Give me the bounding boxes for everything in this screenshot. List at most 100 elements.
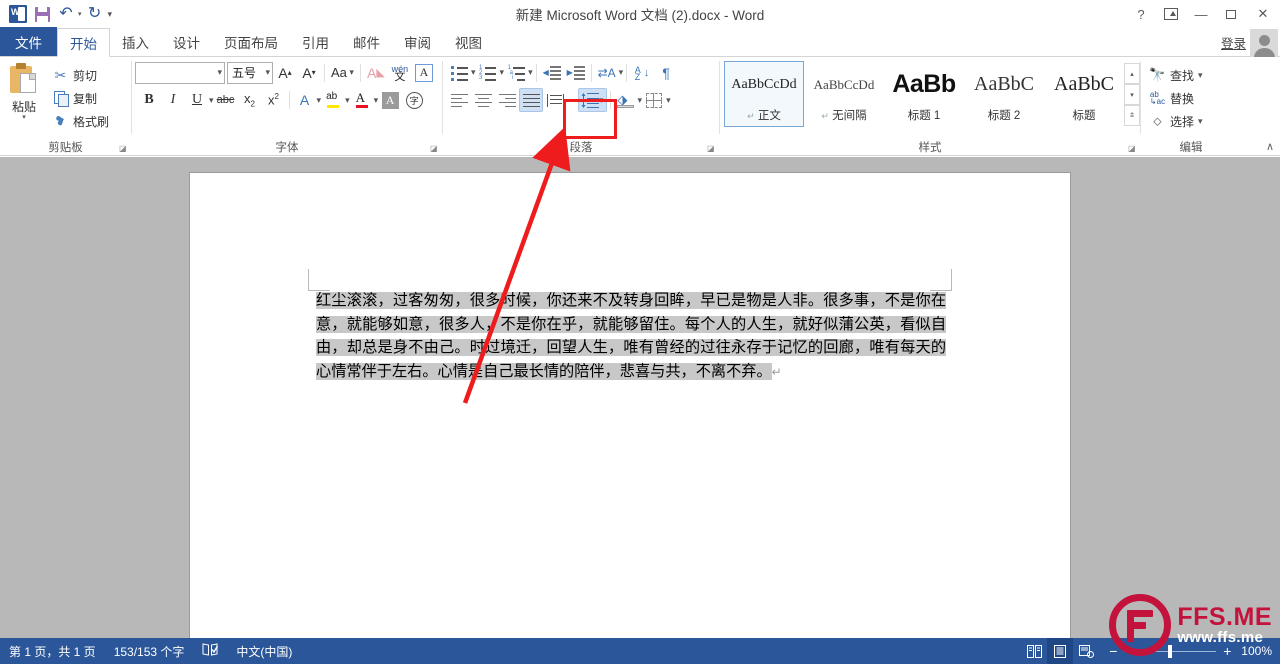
language-status[interactable]: 中文(中国) — [227, 643, 301, 660]
paste-button[interactable]: 粘贴 ▾ — [0, 60, 48, 121]
help-button[interactable]: ? — [1126, 0, 1156, 28]
styles-dialog-launcher-icon[interactable]: ◪ — [1128, 144, 1137, 153]
select-button[interactable]: ⬦ 选择 ▾ — [1145, 110, 1207, 132]
character-border-button[interactable]: A — [412, 61, 436, 85]
save-icon[interactable] — [31, 3, 53, 25]
selected-text[interactable]: 红尘滚滚，过客匆匆，很多时候，你还来不及转身回眸，早已是物是人非。很多事，不是你… — [316, 292, 946, 380]
tab-design[interactable]: 设计 — [161, 27, 212, 56]
paragraph-dialog-launcher-icon[interactable]: ◪ — [707, 144, 716, 153]
show-formatting-marks-button[interactable]: ¶ — [654, 61, 678, 85]
maximize-restore-button[interactable] — [1216, 0, 1246, 28]
line-spacing-button[interactable]: ▾ — [578, 88, 607, 112]
style-item-title[interactable]: AaBbC 标题 — [1044, 61, 1124, 127]
undo-icon[interactable]: ↶ — [55, 3, 77, 25]
styles-scroll-up-button[interactable]: ▴ — [1124, 63, 1140, 84]
font-name-input[interactable]: ▾ — [135, 61, 225, 84]
select-caret-icon[interactable]: ▾ — [1198, 116, 1203, 127]
tab-mailings[interactable]: 邮件 — [341, 27, 392, 56]
underline-caret-icon[interactable]: ▾ — [209, 95, 214, 106]
find-caret-icon[interactable]: ▾ — [1198, 70, 1203, 81]
bullets-caret-icon[interactable]: ▾ — [471, 67, 476, 78]
font-name-caret-icon[interactable]: ▾ — [217, 67, 222, 78]
replace-button[interactable]: ab ↳ac 替换 — [1145, 87, 1207, 109]
subscript-button[interactable]: x2 — [238, 88, 262, 112]
grow-font-button[interactable]: A ▴ — [273, 61, 297, 85]
numbering-button[interactable]: 1 2 3 — [476, 61, 500, 85]
font-size-input[interactable]: 五号 ▾ — [227, 61, 273, 84]
style-item-no-spacing[interactable]: AaBbCcDd ↵ 无间隔 — [804, 61, 884, 127]
tab-insert[interactable]: 插入 — [110, 27, 161, 56]
bullets-button[interactable] — [447, 61, 471, 85]
style-item-normal[interactable]: AaBbCcDd ↵ 正文 — [724, 61, 804, 127]
tab-file[interactable]: 文件 — [0, 27, 57, 56]
change-case-button[interactable]: Aa ▾ — [328, 61, 357, 85]
word-count-status[interactable]: 153/153 个字 — [105, 643, 194, 660]
highlight-caret-icon[interactable]: ▾ — [345, 95, 350, 106]
word-app-icon[interactable]: W — [7, 3, 29, 25]
bold-button[interactable]: B — [137, 88, 161, 112]
borders-button[interactable] — [642, 88, 666, 112]
increase-indent-button[interactable]: ▶ — [564, 61, 588, 85]
font-size-caret-icon[interactable]: ▾ — [265, 67, 270, 78]
tab-page-layout[interactable]: 页面布局 — [212, 27, 290, 56]
style-item-heading-2[interactable]: AaBbC 标题 2 — [964, 61, 1044, 127]
distribute-button[interactable] — [543, 88, 567, 112]
find-button[interactable]: 🔭 查找 ▾ — [1145, 64, 1207, 86]
align-left-button[interactable] — [447, 88, 471, 112]
read-mode-button[interactable] — [1021, 638, 1047, 664]
phonetic-guide-button[interactable]: wén 文 — [388, 61, 412, 85]
asian-layout-caret-icon[interactable]: ▾ — [619, 67, 624, 78]
borders-caret-icon[interactable]: ▾ — [666, 95, 671, 106]
proofing-icon[interactable] — [193, 643, 227, 659]
tab-view[interactable]: 视图 — [443, 27, 494, 56]
shrink-font-button[interactable]: A ▾ — [297, 61, 321, 85]
decrease-indent-button[interactable]: ◀ — [540, 61, 564, 85]
redo-icon[interactable]: ↻ — [84, 3, 106, 25]
styles-more-button[interactable]: ⩲ — [1124, 105, 1140, 126]
styles-scroll-down-button[interactable]: ▾ — [1124, 84, 1140, 105]
asian-layout-button[interactable]: ⇄A — [595, 61, 619, 85]
align-right-button[interactable] — [495, 88, 519, 112]
character-shading-button[interactable]: A — [378, 88, 402, 112]
format-painter-button[interactable]: ❥ 格式刷 — [48, 110, 113, 132]
text-effects-button[interactable]: A — [293, 88, 317, 112]
collapse-ribbon-button[interactable]: ∧ — [1266, 140, 1274, 153]
enclose-character-button[interactable]: 字 — [402, 88, 426, 112]
paste-dropdown-caret[interactable]: ▾ — [22, 114, 26, 121]
clipboard-dialog-launcher-icon[interactable]: ◪ — [119, 144, 128, 153]
copy-button[interactable]: 复制 — [48, 87, 113, 109]
text-highlight-button[interactable]: ab — [321, 88, 345, 112]
line-spacing-caret-icon[interactable]: ▾ — [599, 95, 604, 106]
superscript-button[interactable]: x2 — [262, 88, 286, 112]
tab-home[interactable]: 开始 — [57, 28, 110, 57]
sort-button[interactable]: A Z ↓ — [630, 61, 654, 85]
cut-button[interactable]: ✂ 剪切 — [48, 64, 113, 86]
style-preview: AaBbCcDd — [731, 76, 797, 92]
document-page[interactable]: 红尘滚滚，过客匆匆，很多时候，你还来不及转身回眸，早已是物是人非。很多事，不是你… — [190, 173, 1070, 638]
minimize-button[interactable]: — — [1186, 0, 1216, 28]
multilevel-list-button[interactable]: 1 a i — [504, 61, 528, 85]
tab-references[interactable]: 引用 — [290, 27, 341, 56]
strikethrough-button[interactable]: abc — [214, 88, 238, 112]
underline-button[interactable]: U — [185, 88, 209, 112]
sign-in-link[interactable]: 登录 — [1221, 33, 1246, 52]
document-paragraph[interactable]: 红尘滚滚，过客匆匆，很多时候，你还来不及转身回眸，早已是物是人非。很多事，不是你… — [316, 289, 946, 384]
ribbon-display-options-icon[interactable] — [1156, 0, 1186, 28]
style-item-heading-1[interactable]: AaBb 标题 1 — [884, 61, 964, 127]
align-center-button[interactable] — [471, 88, 495, 112]
page-number-status[interactable]: 第 1 页，共 1 页 — [0, 643, 105, 660]
customize-qat-icon[interactable]: ▾ — [108, 9, 113, 20]
font-dialog-launcher-icon[interactable]: ◪ — [430, 144, 439, 153]
print-layout-button[interactable] — [1047, 638, 1074, 664]
tab-review[interactable]: 审阅 — [392, 27, 443, 56]
shading-button[interactable]: ⬗ — [614, 88, 638, 112]
web-layout-button[interactable] — [1073, 638, 1099, 664]
font-color-button[interactable]: A — [350, 88, 374, 112]
clear-formatting-button[interactable]: A ◣ — [364, 61, 388, 85]
multilevel-caret-icon[interactable]: ▾ — [528, 67, 533, 78]
document-area[interactable]: 红尘滚滚，过客匆匆，很多时候，你还来不及转身回眸，早已是物是人非。很多事，不是你… — [0, 157, 1280, 638]
close-button[interactable]: ✕ — [1246, 0, 1280, 28]
undo-dropdown-caret[interactable]: ▾ — [78, 10, 82, 18]
justify-button[interactable] — [519, 88, 543, 112]
italic-button[interactable]: I — [161, 88, 185, 112]
